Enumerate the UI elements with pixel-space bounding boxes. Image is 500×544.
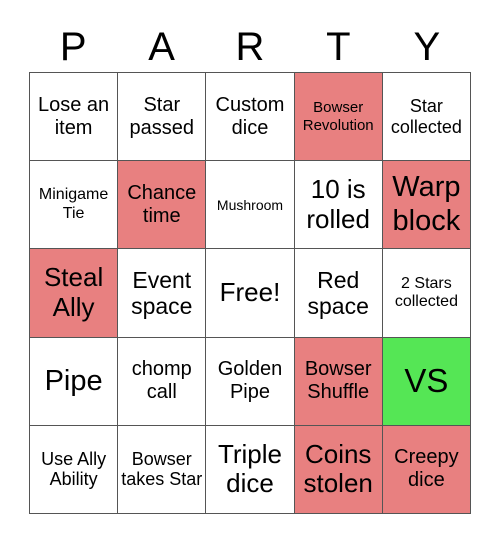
free-space[interactable]: Free! [206,249,295,338]
bingo-cell[interactable]: chomp call [118,337,207,426]
bingo-cell[interactable]: Star collected [382,73,471,162]
header-letter-p: P [59,25,87,69]
bingo-cell[interactable]: Use Ally Ability [30,425,119,514]
bingo-cell[interactable]: Chance time [118,161,207,250]
bingo-cell[interactable]: Bowser Revolution [294,73,383,162]
bingo-cell[interactable]: Minigame Tie [30,161,119,250]
bingo-cell[interactable]: Steal Ally [30,249,119,338]
header-letter-y: Y [413,25,441,69]
bingo-cell[interactable]: Mushroom [206,161,295,250]
bingo-cell[interactable]: Pipe [30,337,119,426]
bingo-cell[interactable]: Event space [118,249,207,338]
bingo-cell[interactable]: Triple dice [206,425,295,514]
bingo-cell[interactable]: Star passed [118,73,207,162]
bingo-grid: Lose an item Star passed Custom dice Bow… [29,72,471,514]
bingo-cell[interactable]: 10 is rolled [294,161,383,250]
header-letter-a: A [148,25,175,69]
bingo-cell[interactable]: Warp block [382,161,471,250]
bingo-header: P A R T Y [29,22,471,72]
bingo-cell[interactable]: Red space [294,249,383,338]
bingo-cell[interactable]: VS [382,337,471,426]
bingo-cell[interactable]: Creepy dice [382,425,471,514]
bingo-cell[interactable]: 2 Stars collected [382,249,471,338]
header-letter-t: T [326,25,351,69]
bingo-cell[interactable]: Coins stolen [294,425,383,514]
bingo-cell[interactable]: Lose an item [30,73,119,162]
bingo-cell[interactable]: Bowser Shuffle [294,337,383,426]
bingo-cell[interactable]: Custom dice [206,73,295,162]
bingo-cell[interactable]: Golden Pipe [206,337,295,426]
header-letter-r: R [235,25,265,69]
bingo-cell[interactable]: Bowser takes Star [118,425,207,514]
